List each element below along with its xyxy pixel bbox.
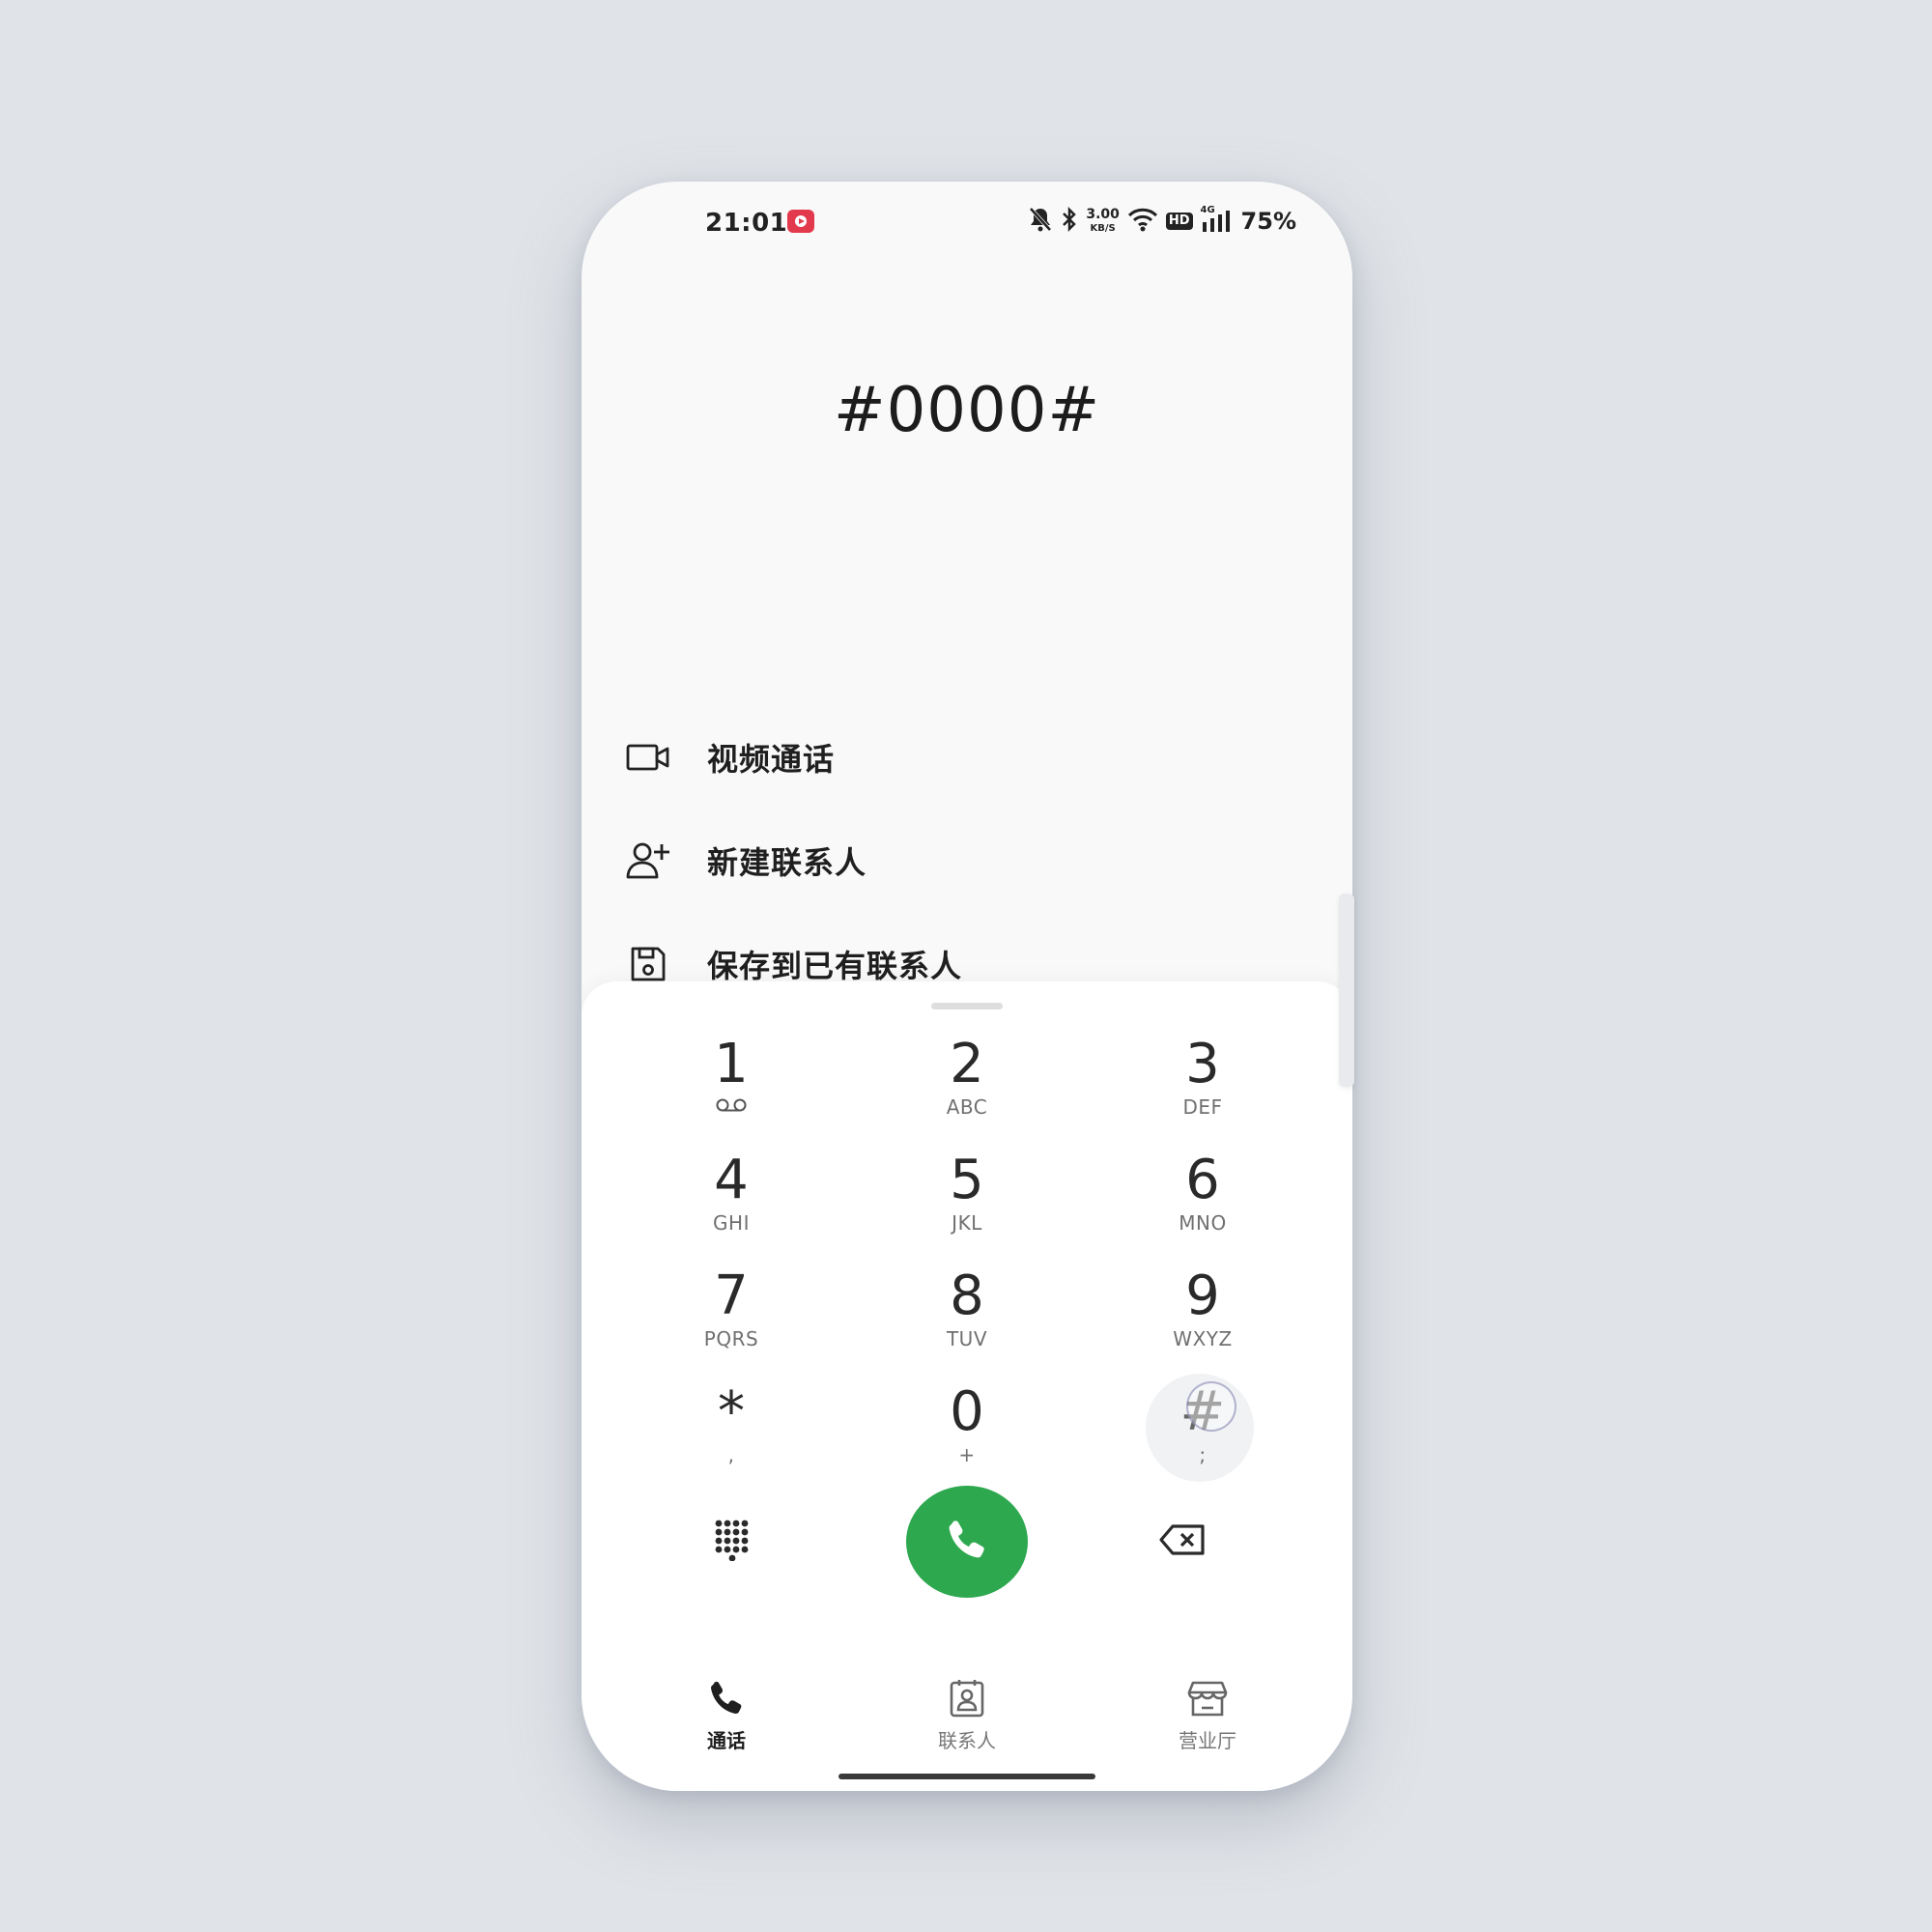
nav-store[interactable]: 营业厅 <box>1140 1675 1275 1753</box>
drag-handle[interactable] <box>931 1003 1003 1009</box>
home-indicator[interactable] <box>838 1774 1095 1779</box>
side-button <box>1339 894 1354 1087</box>
phone-icon <box>659 1675 794 1721</box>
key-letters: MNO <box>1179 1211 1227 1235</box>
key-digit: * <box>718 1380 745 1443</box>
phone-call-icon <box>945 1518 989 1566</box>
status-icons: 3.00 KB/S HD 4G 75% <box>1028 205 1296 238</box>
video-call-icon <box>624 733 672 781</box>
key-1[interactable]: 1 <box>659 1036 804 1142</box>
voicemail-icon <box>659 1097 804 1117</box>
key-2[interactable]: 2 ABC <box>895 1036 1039 1142</box>
video-call-label: 视频通话 <box>707 741 836 778</box>
key-letters: , <box>727 1443 735 1466</box>
wifi-icon <box>1127 207 1158 236</box>
key-letters: JKL <box>952 1211 982 1235</box>
key-digit: 5 <box>950 1149 984 1211</box>
backspace-icon <box>1158 1523 1207 1560</box>
contacts-icon <box>899 1675 1035 1721</box>
key-4[interactable]: 4 GHI <box>659 1151 804 1258</box>
dialpad-sheet: 1 2 ABC 3 DEF 4 GHI 5 JKL 6 MNO 7 PQRS 8… <box>582 981 1352 1791</box>
key-star[interactable]: * , <box>659 1383 804 1490</box>
call-button[interactable] <box>906 1486 1028 1598</box>
key-digit: 7 <box>714 1264 749 1327</box>
new-contact-action[interactable]: 新建联系人 <box>624 832 867 890</box>
dialed-number[interactable]: #0000# <box>582 375 1352 446</box>
key-digit: 3 <box>1185 1033 1220 1095</box>
screen-record-icon <box>787 210 814 233</box>
key-digit: 1 <box>714 1033 749 1095</box>
status-time: 21:01 <box>705 209 788 238</box>
key-digit: 9 <box>1185 1264 1220 1327</box>
key-letters: ; <box>1199 1443 1207 1466</box>
backspace-button[interactable] <box>1144 1503 1221 1580</box>
key-letters: ABC <box>946 1095 988 1119</box>
battery-percent: 75% <box>1240 208 1296 235</box>
key-5[interactable]: 5 JKL <box>895 1151 1039 1258</box>
dialpad-grid-icon <box>713 1519 752 1565</box>
key-6[interactable]: 6 MNO <box>1130 1151 1275 1258</box>
status-bar: 21:01 3.00 KB/S HD 4G 75% <box>582 182 1352 259</box>
key-digit: 8 <box>950 1264 984 1327</box>
add-contact-icon <box>624 837 672 885</box>
key-letters: GHI <box>713 1211 750 1235</box>
nav-label: 联系人 <box>938 1729 996 1752</box>
key-letters: WXYZ <box>1173 1327 1233 1350</box>
nav-contacts[interactable]: 联系人 <box>899 1675 1035 1753</box>
video-call-action[interactable]: 视频通话 <box>624 728 835 786</box>
phone-frame: 21:01 3.00 KB/S HD 4G 75% #0000# 视频通话 新建… <box>582 182 1352 1791</box>
key-digit: 2 <box>950 1033 984 1095</box>
key-0[interactable]: 0 + <box>895 1383 1039 1490</box>
key-7[interactable]: 7 PQRS <box>659 1267 804 1374</box>
net-speed-value: 3.00 <box>1086 206 1120 222</box>
key-letters: + <box>958 1443 976 1466</box>
key-digit: 4 <box>714 1149 749 1211</box>
key-3[interactable]: 3 DEF <box>1130 1036 1275 1142</box>
dialpad-toggle-button[interactable] <box>694 1503 771 1580</box>
net-speed-unit: KB/S <box>1090 222 1116 234</box>
key-8[interactable]: 8 TUV <box>895 1267 1039 1374</box>
key-letters: TUV <box>946 1327 988 1350</box>
key-letters: PQRS <box>703 1327 759 1350</box>
nav-label: 营业厅 <box>1179 1729 1236 1752</box>
touch-indicator <box>1186 1381 1236 1432</box>
nav-calls[interactable]: 通话 <box>659 1675 794 1753</box>
mute-bell-icon <box>1028 206 1053 237</box>
key-9[interactable]: 9 WXYZ <box>1130 1267 1275 1374</box>
nav-label: 通话 <box>707 1729 746 1752</box>
store-icon <box>1140 1675 1275 1721</box>
save-to-contact-label: 保存到已有联系人 <box>707 948 963 984</box>
new-contact-label: 新建联系人 <box>707 844 867 881</box>
signal-icon: 4G <box>1201 205 1234 234</box>
key-letters: DEF <box>1182 1095 1223 1119</box>
network-type: 4G <box>1200 205 1215 215</box>
bluetooth-icon <box>1061 206 1078 237</box>
net-speed: 3.00 KB/S <box>1086 206 1120 235</box>
hd-badge: HD <box>1165 213 1193 230</box>
key-digit: 0 <box>950 1380 984 1443</box>
key-digit: 6 <box>1185 1149 1220 1211</box>
